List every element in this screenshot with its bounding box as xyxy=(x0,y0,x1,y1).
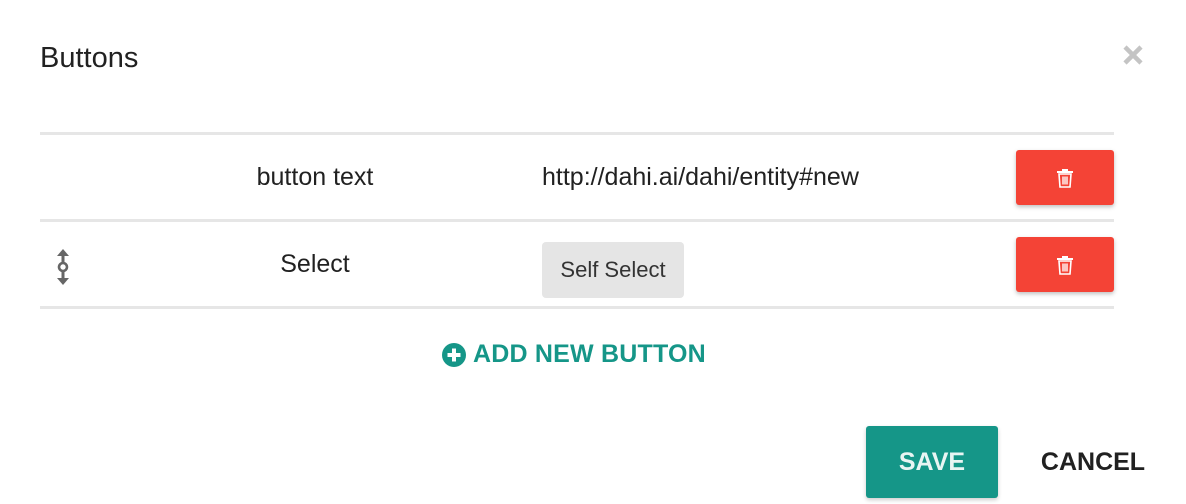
button-label[interactable]: Select xyxy=(190,222,440,306)
drag-handle-icon xyxy=(57,249,69,285)
button-label[interactable]: button text xyxy=(190,135,440,219)
save-button[interactable]: SAVE xyxy=(866,426,998,498)
drag-handle[interactable] xyxy=(52,247,74,287)
trash-icon xyxy=(1057,168,1073,188)
delete-button[interactable] xyxy=(1016,150,1114,205)
cancel-button[interactable]: CANCEL xyxy=(1026,426,1160,498)
close-icon xyxy=(1123,45,1143,65)
button-row: button text http://dahi.ai/dahi/entity#n… xyxy=(40,135,1114,219)
add-new-label: ADD NEW BUTTON xyxy=(473,340,706,368)
buttons-table: button text http://dahi.ai/dahi/entity#n… xyxy=(40,132,1114,309)
trash-icon xyxy=(1057,255,1073,275)
button-url[interactable]: http://dahi.ai/dahi/entity#new xyxy=(542,135,859,219)
delete-button[interactable] xyxy=(1016,237,1114,292)
add-new-button[interactable]: ADD NEW BUTTON xyxy=(442,340,706,369)
plus-circle-icon xyxy=(442,342,466,367)
buttons-dialog: Buttons button text http://dahi.ai/dahi/… xyxy=(0,0,1186,504)
button-type-chip[interactable]: Self Select xyxy=(542,242,684,298)
divider xyxy=(40,306,1114,309)
dialog-title: Buttons xyxy=(40,42,139,74)
close-button[interactable] xyxy=(1120,42,1146,68)
button-row: Select Self Select xyxy=(40,222,1114,306)
